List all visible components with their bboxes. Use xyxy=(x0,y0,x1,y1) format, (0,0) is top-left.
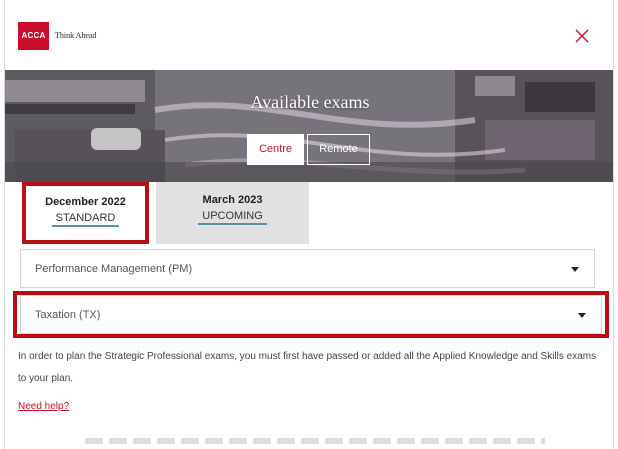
header: ACCA Think Ahead xyxy=(5,0,613,70)
exam-planner-panel: ACCA Think Ahead Available exams Centre … xyxy=(4,0,614,449)
exam-dropdown-tx[interactable]: Taxation (TX) xyxy=(20,295,602,334)
caret-down-icon xyxy=(571,267,579,272)
tab-december-2022[interactable]: December 2022 STANDARD xyxy=(22,182,149,244)
tab-title: March 2023 xyxy=(202,194,263,206)
centre-toggle-button[interactable]: Centre xyxy=(247,134,304,165)
exam-label: Performance Management (PM) xyxy=(35,263,193,275)
page-title: Available exams xyxy=(250,92,370,112)
hero-banner: Available exams Centre Remote xyxy=(5,70,613,182)
tab-subtitle: UPCOMING xyxy=(198,210,267,225)
close-icon[interactable] xyxy=(574,28,590,44)
acca-logo: ACCA xyxy=(18,22,49,50)
tab-subtitle: STANDARD xyxy=(51,212,120,227)
exam-label: Taxation (TX) xyxy=(35,309,101,321)
tagline: Think Ahead xyxy=(55,31,97,40)
highlight-box: Taxation (TX) xyxy=(13,291,609,338)
tab-march-2023[interactable]: March 2023 UPCOMING xyxy=(156,182,309,244)
caret-down-icon xyxy=(578,313,586,318)
exam-dropdown-pm[interactable]: Performance Management (PM) xyxy=(20,249,595,288)
remote-toggle-button[interactable]: Remote xyxy=(307,134,370,165)
hero-background-image xyxy=(5,70,613,182)
cut-off-content xyxy=(85,438,545,444)
help-link[interactable]: Need help? xyxy=(18,401,69,412)
info-text: In order to plan the Strategic Professio… xyxy=(18,351,597,384)
tab-title: December 2022 xyxy=(45,196,126,208)
